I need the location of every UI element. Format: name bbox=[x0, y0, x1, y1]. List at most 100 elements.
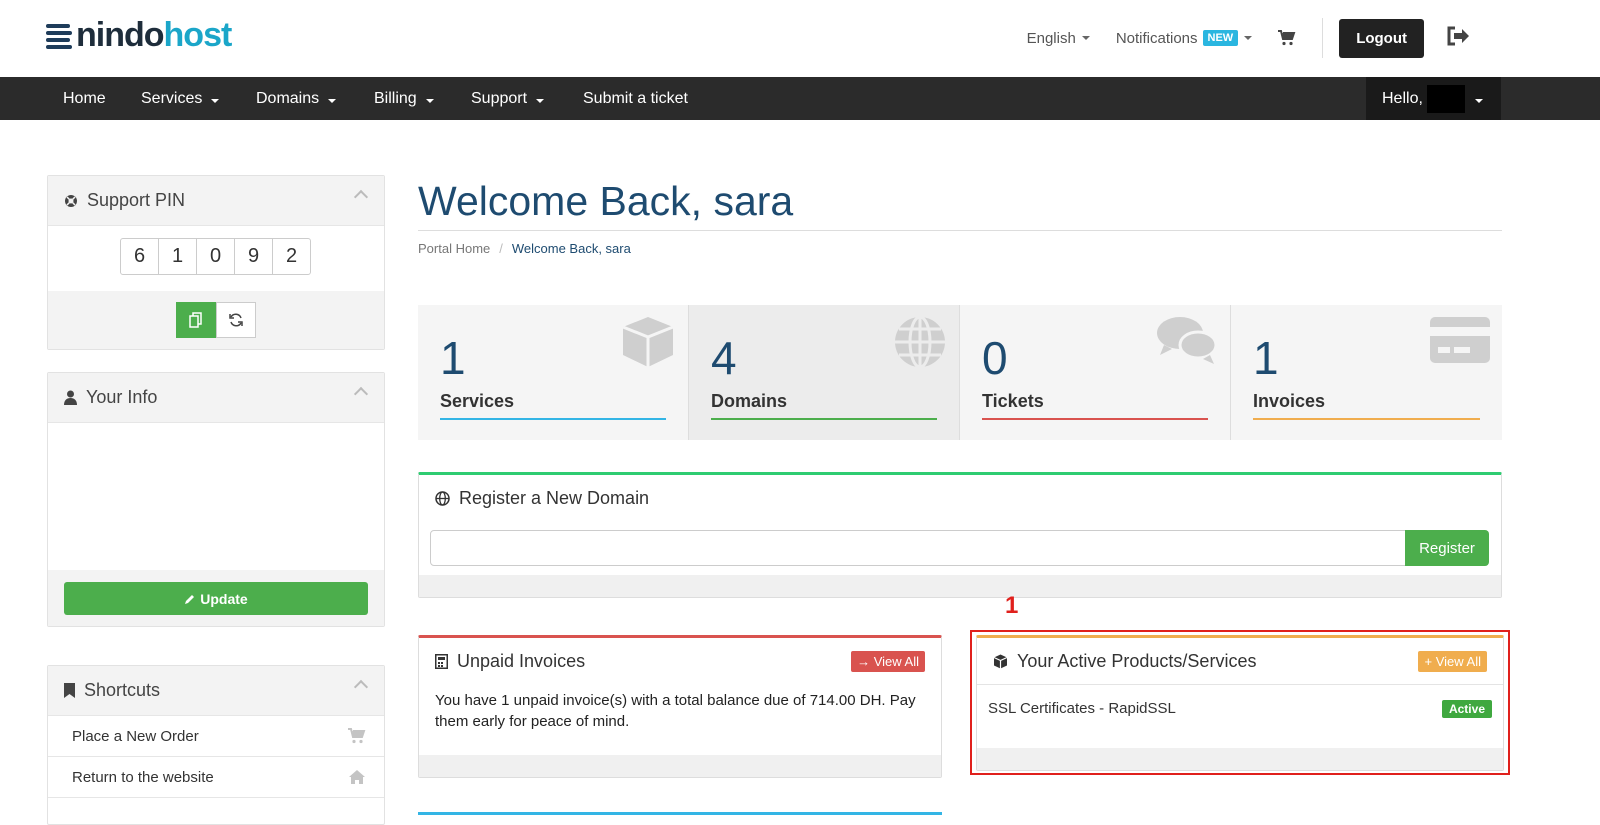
services-label: Services bbox=[440, 391, 515, 411]
nav-home[interactable]: Home bbox=[63, 77, 106, 120]
brand-logo[interactable]: nindo host bbox=[46, 16, 233, 55]
shortcuts-header[interactable]: Shortcuts bbox=[48, 666, 384, 716]
pin-digit: 0 bbox=[196, 238, 235, 275]
tickets-label: Tickets bbox=[982, 391, 1044, 411]
shortcuts-title: Shortcuts bbox=[84, 680, 161, 700]
chevron-down-icon bbox=[425, 99, 434, 103]
refresh-pin-button[interactable] bbox=[216, 302, 256, 338]
life-ring-icon bbox=[64, 194, 78, 208]
register-domain-card: Register a New Domain Register bbox=[418, 472, 1502, 598]
chevron-down-icon bbox=[1474, 99, 1483, 103]
pin-actions bbox=[48, 291, 384, 349]
main-navbar: Home Services Domains Billing Support Su… bbox=[0, 77, 1600, 120]
top-bar: nindo host English Notifications NEW Logo… bbox=[0, 0, 1600, 78]
pin-digit: 2 bbox=[272, 238, 311, 275]
stat-tiles: 1 Services 4 Domains 0 Tickets 1 Invoice… bbox=[418, 305, 1502, 440]
breadcrumb-separator: / bbox=[499, 241, 503, 256]
divider bbox=[1322, 18, 1324, 58]
chevron-up-icon[interactable] bbox=[353, 189, 369, 205]
next-card-edge bbox=[418, 812, 942, 817]
card-footer bbox=[419, 755, 941, 777]
chevron-down-icon bbox=[328, 99, 337, 103]
globe-icon bbox=[435, 490, 450, 506]
register-domain-title: Register a New Domain bbox=[459, 487, 650, 508]
chevron-up-icon[interactable] bbox=[353, 386, 369, 402]
cube-icon bbox=[620, 315, 676, 374]
notifications-new-badge: NEW bbox=[1202, 30, 1239, 46]
nav-services[interactable]: Services bbox=[141, 77, 220, 120]
tile-invoices[interactable]: 1 Invoices bbox=[1231, 305, 1502, 440]
view-all-invoices-button[interactable]: → View All bbox=[851, 651, 925, 672]
tile-domains[interactable]: 4 Domains bbox=[689, 305, 960, 440]
copy-pin-button[interactable] bbox=[176, 302, 216, 338]
pin-digit: 6 bbox=[120, 238, 159, 275]
chevron-down-icon bbox=[536, 99, 545, 103]
your-info-header[interactable]: Your Info bbox=[48, 373, 384, 423]
view-all-label: View All bbox=[873, 654, 919, 669]
cart-icon bbox=[1278, 30, 1296, 46]
hello-label: Hello, bbox=[1382, 90, 1423, 107]
credit-card-icon bbox=[1430, 315, 1490, 368]
unpaid-invoices-title: Unpaid Invoices bbox=[457, 650, 586, 671]
nav-services-label: Services bbox=[141, 90, 203, 107]
chevron-down-icon bbox=[1244, 36, 1253, 40]
language-label: English bbox=[1026, 29, 1076, 47]
user-menu[interactable]: Hello, bbox=[1366, 77, 1501, 120]
domains-label: Domains bbox=[711, 391, 788, 411]
breadcrumb-home[interactable]: Portal Home bbox=[418, 241, 490, 256]
tile-tickets[interactable]: 0 Tickets bbox=[960, 305, 1231, 440]
chevron-down-icon bbox=[1081, 36, 1090, 40]
support-pin-header[interactable]: Support PIN bbox=[48, 176, 384, 226]
language-dropdown[interactable]: English bbox=[1027, 30, 1090, 47]
calculator-icon bbox=[435, 653, 448, 669]
nav-domains[interactable]: Domains bbox=[256, 77, 337, 120]
pin-digits: 6 1 0 9 2 bbox=[48, 238, 384, 275]
unpaid-invoices-card: Unpaid Invoices → View All You have 1 un… bbox=[418, 635, 942, 778]
nav-submit-ticket[interactable]: Submit a ticket bbox=[583, 77, 688, 120]
logout-button[interactable]: Logout bbox=[1339, 18, 1424, 58]
nav-billing-label: Billing bbox=[374, 90, 417, 107]
shortcut-place-order[interactable]: Place a New Order bbox=[48, 716, 384, 757]
nav-support[interactable]: Support bbox=[471, 77, 545, 120]
nav-home-label: Home bbox=[63, 90, 106, 107]
support-pin-panel: Support PIN 6 1 0 9 2 bbox=[47, 175, 385, 350]
bookmark-icon bbox=[64, 683, 75, 698]
globe-icon bbox=[893, 315, 947, 374]
breadcrumb-current: Welcome Back, sara bbox=[511, 241, 631, 256]
nav-support-label: Support bbox=[471, 90, 528, 107]
pencil-icon bbox=[185, 594, 195, 604]
update-label: Update bbox=[200, 590, 248, 607]
invoices-label: Invoices bbox=[1253, 391, 1326, 411]
tile-underline bbox=[1253, 418, 1480, 420]
logo-mark-icon bbox=[46, 22, 72, 50]
nav-billing[interactable]: Billing bbox=[374, 77, 434, 120]
cart-button[interactable] bbox=[1278, 30, 1296, 46]
brand-name-part1: nindo bbox=[76, 16, 165, 54]
register-domain-header: Register a New Domain bbox=[419, 475, 1501, 521]
domain-search-input[interactable] bbox=[430, 530, 1406, 566]
arrow-right-icon: → bbox=[857, 654, 871, 669]
support-pin-title: Support PIN bbox=[87, 190, 186, 210]
breadcrumb: Portal Home / Welcome Back, sara bbox=[418, 241, 631, 256]
user-icon bbox=[64, 390, 77, 405]
sign-out-icon[interactable] bbox=[1446, 26, 1470, 51]
your-info-panel: Your Info Update bbox=[47, 372, 385, 627]
brand-name-part2: host bbox=[163, 16, 233, 54]
tile-services[interactable]: 1 Services bbox=[418, 305, 689, 440]
chevron-up-icon[interactable] bbox=[353, 679, 369, 695]
notifications-dropdown[interactable]: Notifications NEW bbox=[1116, 30, 1253, 47]
card-footer bbox=[419, 575, 1501, 597]
divider bbox=[418, 230, 1502, 231]
chat-icon bbox=[1156, 315, 1218, 372]
highlight-outline bbox=[970, 630, 1510, 775]
annotation-marker: 1 bbox=[1005, 592, 1019, 619]
update-button[interactable]: Update bbox=[64, 582, 368, 615]
register-button[interactable]: Register bbox=[1405, 530, 1489, 566]
refresh-icon bbox=[229, 313, 243, 327]
unpaid-invoices-message: You have 1 unpaid invoice(s) with a tota… bbox=[435, 692, 916, 730]
redacted-username bbox=[1426, 84, 1465, 113]
home-icon bbox=[349, 770, 365, 784]
nav-domains-label: Domains bbox=[256, 90, 320, 107]
pin-digit: 1 bbox=[158, 238, 197, 275]
shortcut-return-website[interactable]: Return to the website bbox=[48, 757, 384, 798]
